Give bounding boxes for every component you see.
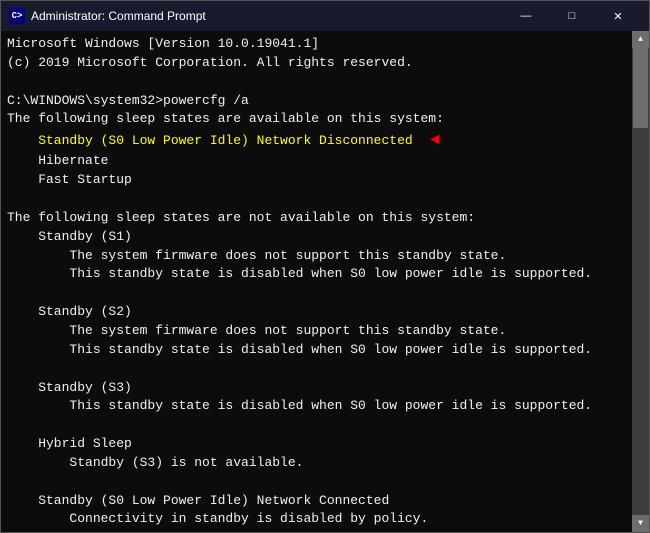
s1-line2: This standby state is disabled when S0 l… <box>7 265 626 284</box>
content-area: Microsoft Windows [Version 10.0.19041.1]… <box>1 31 649 532</box>
s0nc-line1: Connectivity in standby is disabled by p… <box>7 510 626 529</box>
blank4 <box>7 360 626 379</box>
hybrid-label: Hybrid Sleep <box>7 435 626 454</box>
s2-label: Standby (S2) <box>7 303 626 322</box>
scroll-track[interactable] <box>632 48 649 515</box>
state-s0-line: Standby (S0 Low Power Idle) Network Disc… <box>7 129 626 152</box>
scroll-thumb[interactable] <box>633 48 648 128</box>
s2-line2: This standby state is disabled when S0 l… <box>7 341 626 360</box>
blank2 <box>7 190 626 209</box>
red-arrow-icon: ◄ <box>421 131 440 149</box>
s1-label: Standby (S1) <box>7 228 626 247</box>
s3-line1: This standby state is disabled when S0 l… <box>7 397 626 416</box>
available-header: The following sleep states are available… <box>7 110 626 129</box>
maximize-button[interactable]: □ <box>549 1 595 31</box>
title-bar-buttons: — □ ✕ <box>503 1 641 31</box>
state-s0: Standby (S0 Low Power Idle) Network Disc… <box>7 133 413 148</box>
unavailable-header: The following sleep states are not avail… <box>7 209 626 228</box>
cmd-icon: C> <box>9 8 25 24</box>
blank6 <box>7 473 626 492</box>
blank1 <box>7 73 626 92</box>
s0nc-label: Standby (S0 Low Power Idle) Network Conn… <box>7 492 626 511</box>
terminal[interactable]: Microsoft Windows [Version 10.0.19041.1]… <box>1 31 632 532</box>
prompt1: C:\WINDOWS\system32>powercfg /a <box>7 92 626 111</box>
blank5 <box>7 416 626 435</box>
scroll-up-button[interactable]: ▲ <box>632 31 649 48</box>
s3-label: Standby (S3) <box>7 379 626 398</box>
state-hibernate: Hibernate <box>7 152 626 171</box>
s2-line1: The system firmware does not support thi… <box>7 322 626 341</box>
scrollbar[interactable]: ▲ ▼ <box>632 31 649 532</box>
cmd-window: C> Administrator: Command Prompt — □ ✕ M… <box>0 0 650 533</box>
hybrid-line1: Standby (S3) is not available. <box>7 454 626 473</box>
minimize-button[interactable]: — <box>503 1 549 31</box>
header-line1: Microsoft Windows [Version 10.0.19041.1] <box>7 35 626 54</box>
close-button[interactable]: ✕ <box>595 1 641 31</box>
title-bar: C> Administrator: Command Prompt — □ ✕ <box>1 1 649 31</box>
header-line2: (c) 2019 Microsoft Corporation. All righ… <box>7 54 626 73</box>
blank3 <box>7 284 626 303</box>
blank7 <box>7 529 626 532</box>
title-bar-text: Administrator: Command Prompt <box>31 9 497 23</box>
s1-line1: The system firmware does not support thi… <box>7 247 626 266</box>
state-fast-startup: Fast Startup <box>7 171 626 190</box>
scroll-down-button[interactable]: ▼ <box>632 515 649 532</box>
